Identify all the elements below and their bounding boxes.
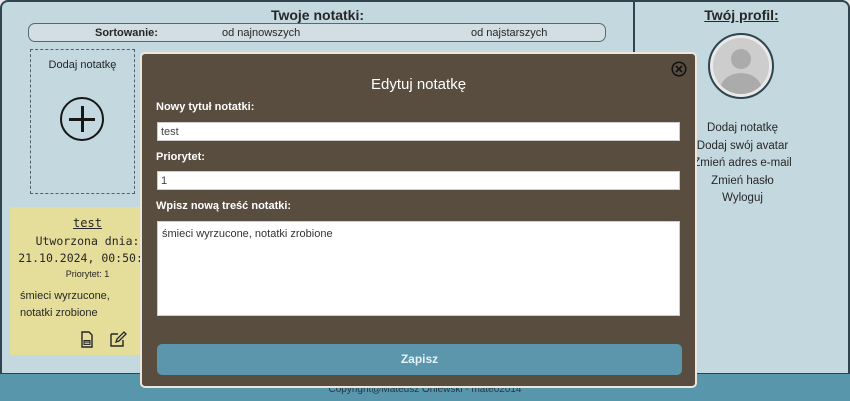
close-icon[interactable] bbox=[671, 61, 687, 77]
modal-title: Edytuj notatkę bbox=[370, 76, 467, 93]
edit-note-modal: Edytuj notatkę Nowy tytuł notatki: Prior… bbox=[140, 52, 697, 388]
new-title-input[interactable] bbox=[157, 122, 680, 141]
priority-input[interactable] bbox=[157, 171, 680, 190]
new-title-label: Nowy tytuł notatki: bbox=[156, 101, 255, 113]
content-label: Wpisz nową treść notatki: bbox=[156, 200, 292, 212]
content-textarea[interactable]: śmieci wyrzucone, notatki zrobione bbox=[157, 221, 680, 316]
priority-label: Priorytet: bbox=[156, 151, 205, 163]
save-button[interactable]: Zapisz bbox=[157, 344, 682, 375]
